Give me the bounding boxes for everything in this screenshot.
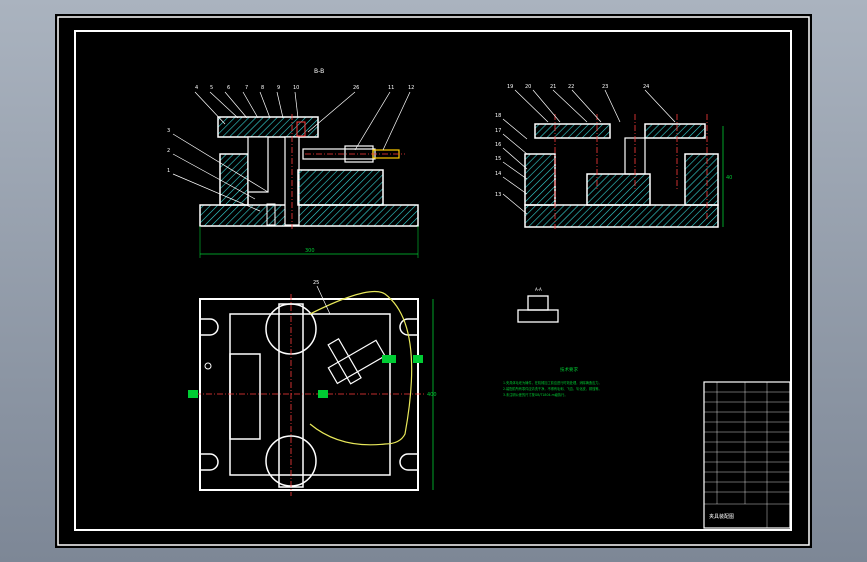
callout-16: 16: [495, 142, 501, 148]
svg-text:2.装配前所有零件应清洗干净，不得有毛刺、飞边、氧化皮、锈蚀: 2.装配前所有零件应清洗干净，不得有毛刺、飞边、氧化皮、锈蚀等。: [503, 386, 602, 391]
svg-text:400: 400: [427, 392, 437, 398]
callout-19: 19: [507, 84, 513, 90]
callout-26: 26: [353, 85, 359, 91]
callout-6: 6: [227, 85, 230, 91]
callout-3: 3: [167, 128, 170, 134]
svg-text:A-A: A-A: [535, 287, 542, 292]
detail-view: A-A: [517, 287, 559, 323]
callout-10: 10: [293, 85, 299, 91]
callout-12: 12: [408, 85, 414, 91]
svg-text:技术要求: 技术要求: [560, 366, 578, 373]
svg-text:300: 300: [305, 248, 315, 254]
svg-text:1.夹具体毛坯为铸件，在机械加工前应进行时效处理，消除铸造应: 1.夹具体毛坯为铸件，在机械加工前应进行时效处理，消除铸造应力。: [503, 380, 602, 385]
front-view: B-B 300 4 5 6 7 8 9 10 26 11 12 3 2 1: [167, 68, 419, 258]
drawing-canvas: B-B 300 4 5 6 7 8 9 10 26 11 12 3 2 1 40…: [57, 16, 810, 546]
callout-9: 9: [277, 85, 280, 91]
callout-23: 23: [602, 84, 608, 90]
callout-8: 8: [261, 85, 264, 91]
plan-view: 400 25: [188, 280, 437, 496]
callout-15: 15: [495, 156, 501, 162]
tech-requirements: 技术要求 1.夹具体毛坯为铸件，在机械加工前应进行时效处理，消除铸造应力。 2.…: [503, 366, 602, 397]
side-view: 40 19 20 21 22 23 24 18 17 16 15 14 13: [495, 84, 732, 229]
callout-5: 5: [210, 85, 213, 91]
callout-18: 18: [495, 113, 501, 119]
callout-13: 13: [495, 192, 501, 198]
callout-24: 24: [643, 84, 649, 90]
section-label: B-B: [314, 68, 324, 75]
callout-17: 17: [495, 128, 501, 134]
callout-21: 21: [550, 84, 556, 90]
callout-22: 22: [568, 84, 574, 90]
callout-11: 11: [388, 85, 394, 91]
callout-2: 2: [167, 148, 170, 154]
callout-7: 7: [245, 85, 248, 91]
callout-4: 4: [195, 85, 198, 91]
svg-text:3.未注明公差的尺寸按GB/T1804-m级执行。: 3.未注明公差的尺寸按GB/T1804-m级执行。: [503, 392, 568, 397]
callout-14: 14: [495, 171, 501, 177]
outer-frame: [57, 16, 810, 546]
svg-text:40: 40: [726, 175, 732, 181]
title-block: 夹具装配图: [703, 381, 791, 529]
callout-20: 20: [525, 84, 531, 90]
callout-1: 1: [167, 168, 170, 174]
cad-viewport[interactable]: B-B 300 4 5 6 7 8 9 10 26 11 12 3 2 1 40…: [55, 14, 812, 548]
callout-25: 25: [313, 280, 319, 286]
title-block-title: 夹具装配图: [709, 513, 734, 520]
